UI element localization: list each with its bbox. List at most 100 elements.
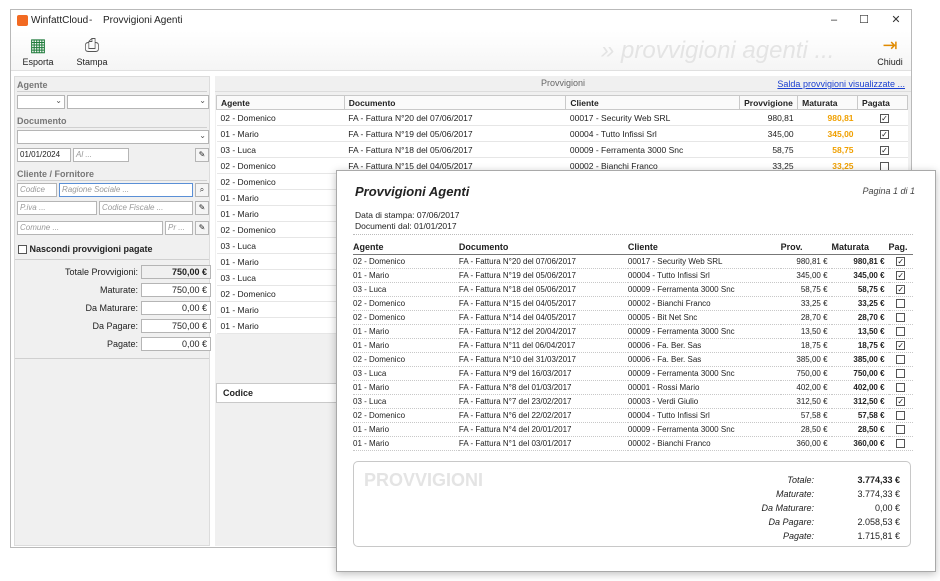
date-from-input[interactable]: 01/01/2024 xyxy=(17,148,71,162)
table-row[interactable]: 01 - Mario FA - Fattura N°19 del 05/06/20… xyxy=(216,125,908,142)
cell: 345,00 xyxy=(739,125,798,142)
cell: 980,81 xyxy=(797,109,858,126)
report-cell: 402,00 € xyxy=(831,380,889,395)
report-cell: 360,00 € xyxy=(831,436,889,451)
close-window-button[interactable]: ✕ xyxy=(881,12,911,29)
report-row: 01 - Mario FA - Fattura N°4 del 20/01/201… xyxy=(353,422,913,437)
report-cell: 01 - Mario xyxy=(353,380,459,395)
eraser-icon[interactable]: ✎ xyxy=(195,221,209,235)
col-document[interactable]: Documento xyxy=(343,95,567,110)
cell: FA - Fattura N°19 del 05/06/2017 xyxy=(344,125,566,142)
chevron-down-icon: ⌄ xyxy=(199,96,206,105)
summary-row: Maturate: 750,00 € xyxy=(15,283,211,299)
report-row: 01 - Mario FA - Fattura N°11 del 06/04/20… xyxy=(353,338,913,353)
agent-name-select[interactable]: ⌄ xyxy=(67,95,209,109)
report-cell: FA - Fattura N°7 del 23/02/2017 xyxy=(458,394,628,409)
vat-input[interactable]: P.iva ... xyxy=(17,201,97,215)
minimize-button[interactable]: – xyxy=(819,12,849,29)
city-input[interactable]: Comune ... xyxy=(17,221,163,235)
report-row: 02 - Domenico FA - Fattura N°6 del 22/02/… xyxy=(353,408,913,423)
table-row[interactable]: 02 - Domenico FA - Fattura N°20 del 07/06… xyxy=(216,109,908,126)
total-label: Totale: xyxy=(787,475,814,485)
agent-code-select[interactable]: ⌄ xyxy=(17,95,65,109)
report-cell: 33,25 € xyxy=(831,296,889,311)
export-button[interactable]: ▦ Esporta xyxy=(17,35,59,67)
total-label: Da Maturare: xyxy=(761,503,814,513)
report-cell xyxy=(888,366,913,381)
taxcode-input[interactable]: Codice Fiscale ... xyxy=(99,201,193,215)
grid-header: Agente Documento Cliente Provvigione Mat… xyxy=(216,95,908,110)
print-label: Stampa xyxy=(76,57,108,67)
eraser-icon[interactable]: ✎ xyxy=(195,148,209,162)
print-button[interactable]: ⎙ Stampa xyxy=(71,35,113,67)
search-icon[interactable]: ⌕ xyxy=(195,183,209,197)
summary-label: Maturate: xyxy=(99,285,138,295)
report-cell: 18,75 € xyxy=(831,338,889,353)
settle-commissions-link[interactable]: Salda provvigioni visualizzate ... xyxy=(777,79,905,89)
paid-checkbox[interactable]: ✓ xyxy=(880,145,890,155)
report-cell xyxy=(888,296,913,311)
summary-row: Da Pagare: 750,00 € xyxy=(15,319,211,335)
total-row: Totale: 3.774,33 € xyxy=(680,475,900,488)
col-customer[interactable]: Cliente xyxy=(565,95,741,110)
cell: 02 - Domenico xyxy=(216,285,345,302)
summary-label: Totale Provvigioni: xyxy=(64,267,138,277)
report-cell: 33,25 € xyxy=(780,296,832,311)
company-name-input[interactable]: Ragione Sociale ... xyxy=(59,183,193,197)
maximize-button[interactable]: ☐ xyxy=(849,12,879,29)
cell: 01 - Mario xyxy=(216,189,345,206)
title-bar: WinfattCloud - Provvigioni Agenti – ☐ ✕ xyxy=(11,10,911,31)
totals-box: PROVVIGIONI Totale: 3.774,33 € Maturate: 3… xyxy=(353,461,911,547)
close-button[interactable]: ⇥ Chiudi xyxy=(869,35,911,67)
cell: 345,00 xyxy=(797,125,858,142)
hide-paid-checkbox[interactable]: Nascondi provvigioni pagate xyxy=(18,244,153,255)
report-cell: 00003 - Verdi Giulio xyxy=(627,394,781,409)
col-agent[interactable]: Agente xyxy=(216,95,345,110)
report-cell: 00002 - Bianchi Franco xyxy=(627,296,781,311)
report-row: 03 - Luca FA - Fattura N°9 del 16/03/2017… xyxy=(353,366,913,381)
col-accrued[interactable]: Maturata xyxy=(797,95,859,110)
total-label: Maturate: xyxy=(775,489,814,499)
province-input[interactable]: Pr ... xyxy=(165,221,193,235)
report-cell: 385,00 € xyxy=(780,352,832,367)
report-cell: 03 - Luca xyxy=(353,394,459,409)
report-cell: FA - Fattura N°12 del 20/04/2017 xyxy=(458,324,628,339)
report-cell: 750,00 € xyxy=(780,366,832,381)
report-cell: 57,58 € xyxy=(831,408,889,423)
report-cell: ✓ xyxy=(888,338,913,353)
cell: 00009 - Ferramenta 3000 Snc xyxy=(565,141,740,158)
customer-section-label: Cliente / Fornitore xyxy=(17,169,207,181)
report-paid-checkbox xyxy=(896,382,906,392)
total-label: Da Pagare: xyxy=(768,517,814,527)
report-cell: 385,00 € xyxy=(831,352,889,367)
app-name: WinfattCloud xyxy=(31,15,89,26)
report-cell: 01 - Mario xyxy=(353,436,459,451)
report-paid-checkbox: ✓ xyxy=(896,270,906,280)
document-type-select[interactable]: ⌄ xyxy=(17,130,209,144)
date-to-input[interactable]: Al ... xyxy=(73,148,129,162)
report-cell: 13,50 € xyxy=(780,324,832,339)
report-cell: 01 - Mario xyxy=(353,268,459,283)
report-cell: FA - Fattura N°8 del 01/03/2017 xyxy=(458,380,628,395)
rep-col-paid: Pag. xyxy=(888,240,913,255)
paid-checkbox[interactable]: ✓ xyxy=(880,113,890,123)
col-paid[interactable]: Pagata xyxy=(857,95,908,110)
report-cell: 980,81 € xyxy=(831,254,889,269)
report-cell: 01 - Mario xyxy=(353,324,459,339)
cell: 00004 - Tutto Infissi Srl xyxy=(565,125,740,142)
title-separator: - xyxy=(89,15,93,26)
report-cell: 28,70 € xyxy=(780,310,832,325)
report-cell: 980,81 € xyxy=(780,254,832,269)
paid-checkbox[interactable]: ✓ xyxy=(880,129,890,139)
col-code[interactable]: Codice xyxy=(223,388,253,398)
total-value: 3.774,33 € xyxy=(857,489,900,499)
eraser-icon[interactable]: ✎ xyxy=(195,201,209,215)
customer-code-input[interactable]: Codice xyxy=(17,183,57,197)
report-header: Agente Documento Cliente Prov. Maturata … xyxy=(353,240,913,255)
cell: 03 - Luca xyxy=(216,141,345,158)
col-commission[interactable]: Provvigione xyxy=(739,95,799,110)
report-cell: FA - Fattura N°20 del 07/06/2017 xyxy=(458,254,628,269)
table-row[interactable]: 03 - Luca FA - Fattura N°18 del 05/06/201… xyxy=(216,141,908,158)
report-cell: 01 - Mario xyxy=(353,338,459,353)
report-cell xyxy=(888,324,913,339)
